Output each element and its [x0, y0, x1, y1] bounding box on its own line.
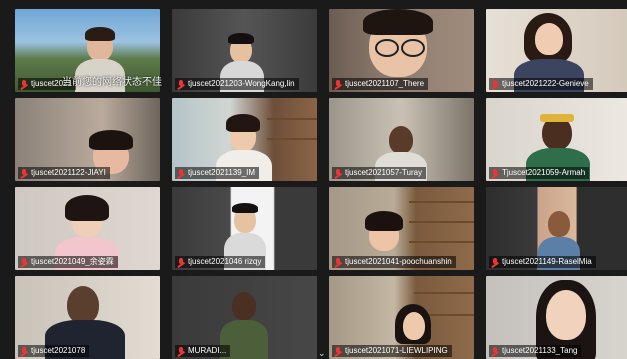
participant-nameplate: tjuscet2021122-JIAYI	[18, 167, 110, 179]
mic-muted-icon	[334, 347, 342, 355]
participant-name: tjuscet2021133_Tang	[502, 346, 578, 355]
participant-tile[interactable]: tjuscet2021041-poochuanshin	[329, 187, 474, 270]
mic-muted-icon	[177, 258, 185, 266]
participant-tile[interactable]: tjuscet2021071-LIEWLIPING	[329, 276, 474, 359]
participant-tile[interactable]: tjuscet2021149-RaselMia	[486, 187, 627, 270]
participant-tile[interactable]: tjuscet2021133_Tang	[486, 276, 627, 359]
participant-name: MURADI...	[188, 346, 227, 355]
chevron-down-icon[interactable]: ⌄	[318, 348, 326, 359]
participant-nameplate: tjuscet2021139_IM	[175, 167, 260, 179]
participant-nameplate: MURADI...	[175, 345, 231, 357]
participant-tile[interactable]: tjuscet2021046 rizqy	[172, 187, 317, 270]
participant-name: tjuscet2021049_余姿霖	[31, 257, 114, 266]
participant-name: tjuscet2021149-RaselMia	[502, 257, 592, 266]
participant-name: Tjuscet2021059-Armah	[502, 168, 586, 177]
participant-nameplate: tjuscet2021057-Turay	[332, 167, 427, 179]
participant-tile[interactable]: tjuscet2021049_余姿霖	[15, 187, 160, 270]
participant-tile[interactable]: tjuscet2021057-Turay	[329, 98, 474, 181]
participant-name: tjuscet2021057-Turay	[345, 168, 423, 177]
participant-name: tjuscet2021071-LIEWLIPING	[345, 346, 448, 355]
participant-name: tjuscet2021078	[31, 346, 86, 355]
mic-muted-icon	[491, 258, 499, 266]
participant-nameplate: tjuscet2021078	[18, 345, 90, 357]
mic-muted-icon	[334, 80, 342, 88]
participant-nameplate: tjuscet2021107_There	[332, 78, 429, 90]
mic-muted-icon	[20, 347, 28, 355]
participant-name: tjuscet2021139_IM	[188, 168, 256, 177]
video-grid: tjuscet2021 tjuscet2021203-WongKang,lin …	[15, 9, 627, 359]
participant-tile[interactable]: tjuscet2021107_There	[329, 9, 474, 92]
participant-name: tjuscet2021122-JIAYI	[31, 168, 106, 177]
mic-muted-icon	[491, 347, 499, 355]
participant-name: tjuscet2021046 rizqy	[188, 257, 262, 266]
participant-tile[interactable]: tjuscet2021122-JIAYI	[15, 98, 160, 181]
participant-nameplate: tjuscet2021133_Tang	[489, 345, 582, 357]
participant-tile[interactable]: tjuscet2021203-WongKang,lin	[172, 9, 317, 92]
mic-muted-icon	[20, 258, 28, 266]
participant-name: tjuscet2021107_There	[345, 79, 425, 88]
participant-tile[interactable]: tjuscet2021078	[15, 276, 160, 359]
participant-tile[interactable]: Tjuscet2021059-Armah	[486, 98, 627, 181]
network-warning-banner: 当前您的网络状态不佳	[62, 77, 162, 88]
participant-tile[interactable]: tjuscet2021222-Genieve	[486, 9, 627, 92]
participant-nameplate: tjuscet2021222-Genieve	[489, 78, 593, 90]
participant-name: tjuscet2021222-Genieve	[502, 79, 589, 88]
participant-nameplate: tjuscet2021049_余姿霖	[18, 256, 118, 268]
participant-tile[interactable]: MURADI...	[172, 276, 317, 359]
mic-muted-icon	[20, 169, 28, 177]
participant-nameplate: Tjuscet2021059-Armah	[489, 167, 590, 179]
participant-nameplate: tjuscet2021071-LIEWLIPING	[332, 345, 452, 357]
participant-nameplate: tjuscet2021041-poochuanshin	[332, 256, 456, 268]
participant-nameplate: tjuscet2021046 rizqy	[175, 256, 266, 268]
participant-nameplate: tjuscet2021149-RaselMia	[489, 256, 596, 268]
participant-name: tjuscet2021203-WongKang,lin	[188, 79, 295, 88]
mic-muted-icon	[491, 80, 499, 88]
mic-muted-icon	[177, 347, 185, 355]
participant-nameplate: tjuscet2021203-WongKang,lin	[175, 78, 299, 90]
mic-muted-icon	[20, 80, 28, 88]
mic-muted-icon	[334, 169, 342, 177]
mic-muted-icon	[177, 80, 185, 88]
mic-muted-icon	[491, 169, 499, 177]
mic-muted-icon	[177, 169, 185, 177]
participant-tile[interactable]: tjuscet2021139_IM	[172, 98, 317, 181]
mic-muted-icon	[334, 258, 342, 266]
participant-name: tjuscet2021041-poochuanshin	[345, 257, 452, 266]
